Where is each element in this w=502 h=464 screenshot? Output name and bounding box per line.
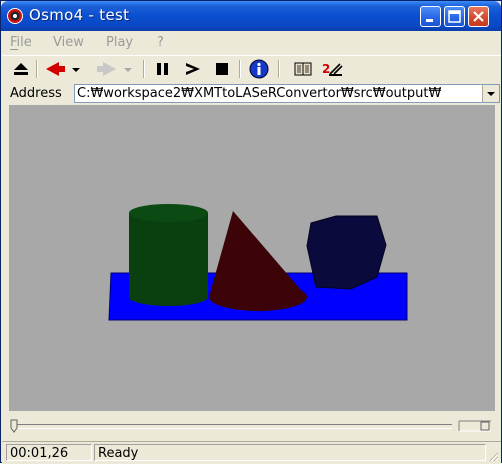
bookmark-icon — [294, 62, 312, 76]
volume-slider[interactable] — [457, 419, 493, 433]
cube — [306, 215, 387, 290]
status-message: Ready — [98, 446, 139, 461]
close-icon — [473, 11, 484, 22]
window-title: Osmo4 - test — [29, 6, 130, 24]
forward-dropdown[interactable] — [122, 58, 134, 80]
minimize-button[interactable] — [420, 6, 441, 27]
seek-bar[interactable] — [2, 411, 501, 441]
menu-help[interactable]: ? — [157, 35, 164, 50]
speed-button[interactable]: 2 — [320, 58, 344, 80]
resize-grip-icon[interactable] — [487, 450, 499, 462]
forward-dropdown-icon — [124, 68, 132, 72]
eject-button[interactable] — [11, 58, 31, 80]
status-bar: 00:01,26 Ready — [2, 441, 501, 464]
maximize-button[interactable] — [444, 6, 465, 27]
address-bar: Address C:₩workspace2₩XMTtoLASeRConverto… — [2, 83, 501, 105]
render-viewport[interactable] — [9, 105, 495, 411]
info-button[interactable] — [248, 58, 270, 80]
seek-track[interactable] — [14, 424, 452, 429]
play-icon — [186, 63, 200, 75]
back-dropdown-icon — [72, 68, 80, 72]
address-dropdown-button[interactable] — [482, 85, 499, 102]
back-arrow-icon — [46, 62, 65, 76]
play-button[interactable] — [182, 58, 204, 80]
menu-file[interactable]: File — [10, 35, 32, 50]
status-time-cell: 00:01,26 — [6, 444, 92, 461]
svg-text:2: 2 — [322, 62, 330, 76]
seek-thumb[interactable] — [10, 419, 18, 433]
eject-icon — [14, 63, 28, 75]
osmo-app-icon[interactable] — [7, 8, 23, 24]
toolbar-separator — [36, 60, 38, 78]
stop-button[interactable] — [211, 58, 233, 80]
pause-icon — [157, 63, 168, 75]
menu-bar: File View Play ? — [2, 32, 501, 54]
bookmark-button[interactable] — [292, 58, 314, 80]
cylinder — [129, 204, 208, 306]
info-icon — [249, 59, 269, 79]
menu-view[interactable]: View — [53, 35, 84, 50]
cone — [209, 211, 307, 311]
minimize-icon — [426, 19, 433, 22]
status-message-cell: Ready — [94, 444, 486, 461]
address-input[interactable]: C:₩workspace2₩XMTtoLASeRConvertor₩src₩ou… — [74, 84, 500, 103]
speed-2x-icon: 2 — [322, 62, 343, 76]
close-button[interactable] — [468, 6, 489, 27]
back-dropdown[interactable] — [70, 58, 82, 80]
forward-arrow-icon — [97, 62, 116, 76]
toolbar-separator — [278, 60, 280, 78]
osmo4-window: Osmo4 - test File View Play ? 2 Address … — [0, 0, 502, 464]
maximize-icon — [448, 10, 461, 23]
status-time: 00:01,26 — [10, 446, 69, 461]
toolbar-separator — [143, 60, 145, 78]
pause-button[interactable] — [152, 58, 174, 80]
address-label: Address — [10, 86, 62, 101]
title-bar[interactable]: Osmo4 - test — [1, 1, 501, 31]
menu-play[interactable]: Play — [106, 35, 133, 50]
toolbar-separator — [239, 60, 241, 78]
forward-button[interactable] — [94, 58, 120, 80]
chevron-down-icon — [487, 92, 495, 96]
toolbar: 2 — [2, 55, 501, 84]
stop-icon — [216, 63, 228, 75]
address-value[interactable]: C:₩workspace2₩XMTtoLASeRConvertor₩src₩ou… — [77, 86, 441, 101]
scene-canvas — [108, 204, 408, 321]
file-mnemonic-underline — [10, 49, 18, 50]
back-button[interactable] — [42, 58, 68, 80]
